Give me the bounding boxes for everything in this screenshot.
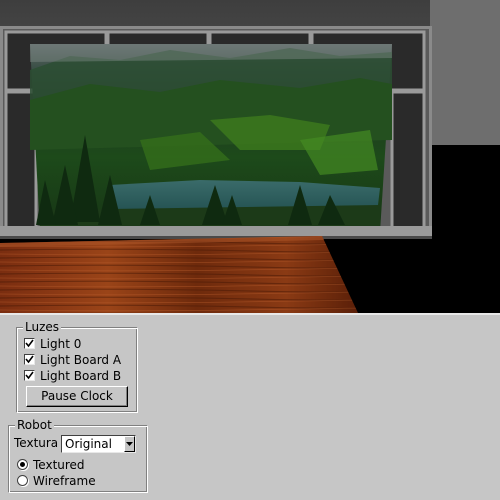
- checkbox-light-board-b[interactable]: Light Board B: [24, 368, 121, 383]
- checkbox-label: Light 0: [40, 336, 82, 351]
- radio-label: Wireframe: [33, 473, 96, 488]
- textura-value: Original: [65, 437, 112, 451]
- landscape-image: [30, 44, 392, 232]
- radio-button[interactable]: [17, 475, 28, 486]
- checkmark-icon: [25, 355, 34, 364]
- checkbox-box[interactable]: [24, 370, 35, 381]
- textura-label: Textura: [14, 436, 59, 450]
- robot-panel: Robot Textura Original Textured Wirefram…: [8, 418, 148, 493]
- radio-label: Textured: [33, 457, 85, 472]
- checkbox-label: Light Board A: [40, 352, 122, 367]
- textura-select[interactable]: Original: [61, 435, 136, 453]
- luzes-title: Luzes: [23, 320, 62, 334]
- checkbox-light-0[interactable]: Light 0: [24, 336, 81, 351]
- scene-render: [0, 0, 500, 313]
- control-panel: Luzes Light 0 Light Board A Light Board …: [0, 313, 500, 500]
- radio-button[interactable]: [17, 459, 28, 470]
- 3d-viewport[interactable]: [0, 0, 500, 313]
- checkbox-box[interactable]: [24, 338, 35, 349]
- checkmark-icon: [25, 339, 34, 348]
- radio-wireframe[interactable]: Wireframe: [17, 473, 96, 488]
- luzes-panel: Luzes Light 0 Light Board A Light Board …: [16, 320, 138, 413]
- checkbox-box[interactable]: [24, 354, 35, 365]
- radio-selected-dot: [20, 462, 25, 467]
- dropdown-arrow-icon[interactable]: [124, 436, 135, 452]
- chevron-down-icon: [126, 442, 133, 446]
- checkbox-light-board-a[interactable]: Light Board A: [24, 352, 121, 367]
- radio-textured[interactable]: Textured: [17, 457, 85, 472]
- pause-clock-button[interactable]: Pause Clock: [26, 386, 128, 407]
- checkmark-icon: [25, 371, 34, 380]
- robot-title: Robot: [15, 418, 54, 432]
- wooden-table: [0, 236, 358, 313]
- checkbox-label: Light Board B: [40, 368, 122, 383]
